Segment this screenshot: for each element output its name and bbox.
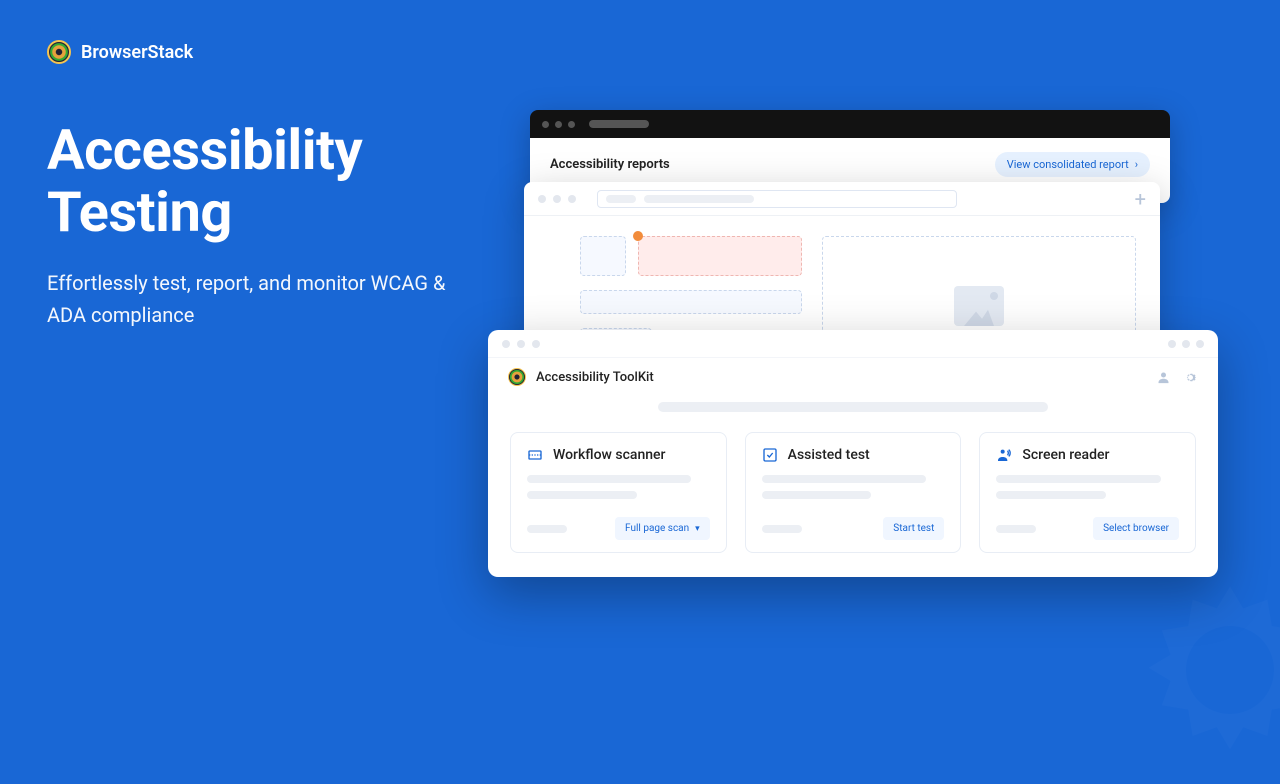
- hero-title: Accessibility Testing: [47, 120, 487, 243]
- traffic-light-icon: [555, 121, 562, 128]
- text-placeholder: [996, 491, 1106, 499]
- window-chrome: [488, 330, 1218, 358]
- url-placeholder: [644, 195, 754, 203]
- view-consolidated-report-button[interactable]: View consolidated report ›: [995, 152, 1150, 177]
- background-gear-icon: [1120, 560, 1280, 780]
- browser-chrome: +: [524, 182, 1160, 216]
- workflow-scanner-card: Workflow scanner Full page scan ▾: [510, 432, 727, 553]
- window-control-icon: [1196, 340, 1204, 348]
- image-placeholder-icon: [954, 286, 1004, 326]
- traffic-light-icon: [502, 340, 510, 348]
- traffic-light-icon: [532, 340, 540, 348]
- window-titlebar: [530, 110, 1170, 138]
- screen-reader-card: Screen reader Select browser: [979, 432, 1196, 553]
- hero: Accessibility Testing Effortlessly test,…: [47, 120, 487, 331]
- toolkit-cards: Workflow scanner Full page scan ▾: [488, 412, 1218, 577]
- traffic-light-icon: [542, 121, 549, 128]
- url-placeholder: [606, 195, 636, 203]
- wireframe-error-block: [638, 236, 802, 276]
- select-browser-button[interactable]: Select browser: [1093, 517, 1179, 540]
- text-placeholder: [762, 491, 872, 499]
- button-label: View consolidated report: [1007, 158, 1129, 171]
- start-test-button[interactable]: Start test: [883, 517, 944, 540]
- card-title: Assisted test: [788, 447, 870, 463]
- text-placeholder: [996, 525, 1036, 533]
- card-title: Screen reader: [1022, 447, 1109, 463]
- url-bar[interactable]: [597, 190, 957, 208]
- hero-subtitle: Effortlessly test, report, and monitor W…: [47, 267, 487, 331]
- traffic-light-icon: [517, 340, 525, 348]
- text-placeholder: [762, 525, 802, 533]
- button-label: Start test: [893, 523, 934, 534]
- wireframe-block: [580, 236, 626, 276]
- text-placeholder: [527, 475, 691, 483]
- text-placeholder: [762, 475, 926, 483]
- user-icon[interactable]: [1156, 370, 1171, 385]
- text-placeholder: [527, 491, 637, 499]
- toolkit-window: Accessibility ToolKit Workflow scanner: [488, 330, 1218, 577]
- window-control-icon: [1168, 340, 1176, 348]
- brand-name: BrowserStack: [81, 42, 193, 63]
- screen-reader-icon: [996, 447, 1012, 463]
- scanner-icon: [527, 447, 543, 463]
- brand: BrowserStack: [47, 40, 193, 64]
- full-page-scan-button[interactable]: Full page scan ▾: [615, 517, 710, 540]
- wireframe-block: [580, 290, 802, 314]
- browserstack-logo-icon: [508, 368, 526, 386]
- traffic-light-icon: [568, 121, 575, 128]
- traffic-light-icon: [568, 195, 576, 203]
- browserstack-logo-icon: [47, 40, 71, 64]
- divider-placeholder: [658, 402, 1048, 412]
- text-placeholder: [527, 525, 567, 533]
- titlebar-placeholder: [589, 120, 649, 128]
- button-label: Full page scan: [625, 523, 689, 534]
- traffic-light-icon: [553, 195, 561, 203]
- button-label: Select browser: [1103, 523, 1169, 534]
- window-control-icon: [1182, 340, 1190, 348]
- card-title: Workflow scanner: [553, 447, 666, 463]
- issue-marker-icon: [633, 231, 643, 241]
- traffic-light-icon: [538, 195, 546, 203]
- assisted-test-card: Assisted test Start test: [745, 432, 962, 553]
- checkbox-icon: [762, 447, 778, 463]
- text-placeholder: [996, 475, 1160, 483]
- reports-section-title: Accessibility reports: [550, 157, 670, 172]
- chevron-down-icon: ▾: [695, 524, 700, 534]
- new-tab-icon[interactable]: +: [1135, 189, 1146, 209]
- chevron-right-icon: ›: [1135, 158, 1138, 171]
- gear-icon[interactable]: [1183, 370, 1198, 385]
- toolkit-title: Accessibility ToolKit: [536, 370, 654, 385]
